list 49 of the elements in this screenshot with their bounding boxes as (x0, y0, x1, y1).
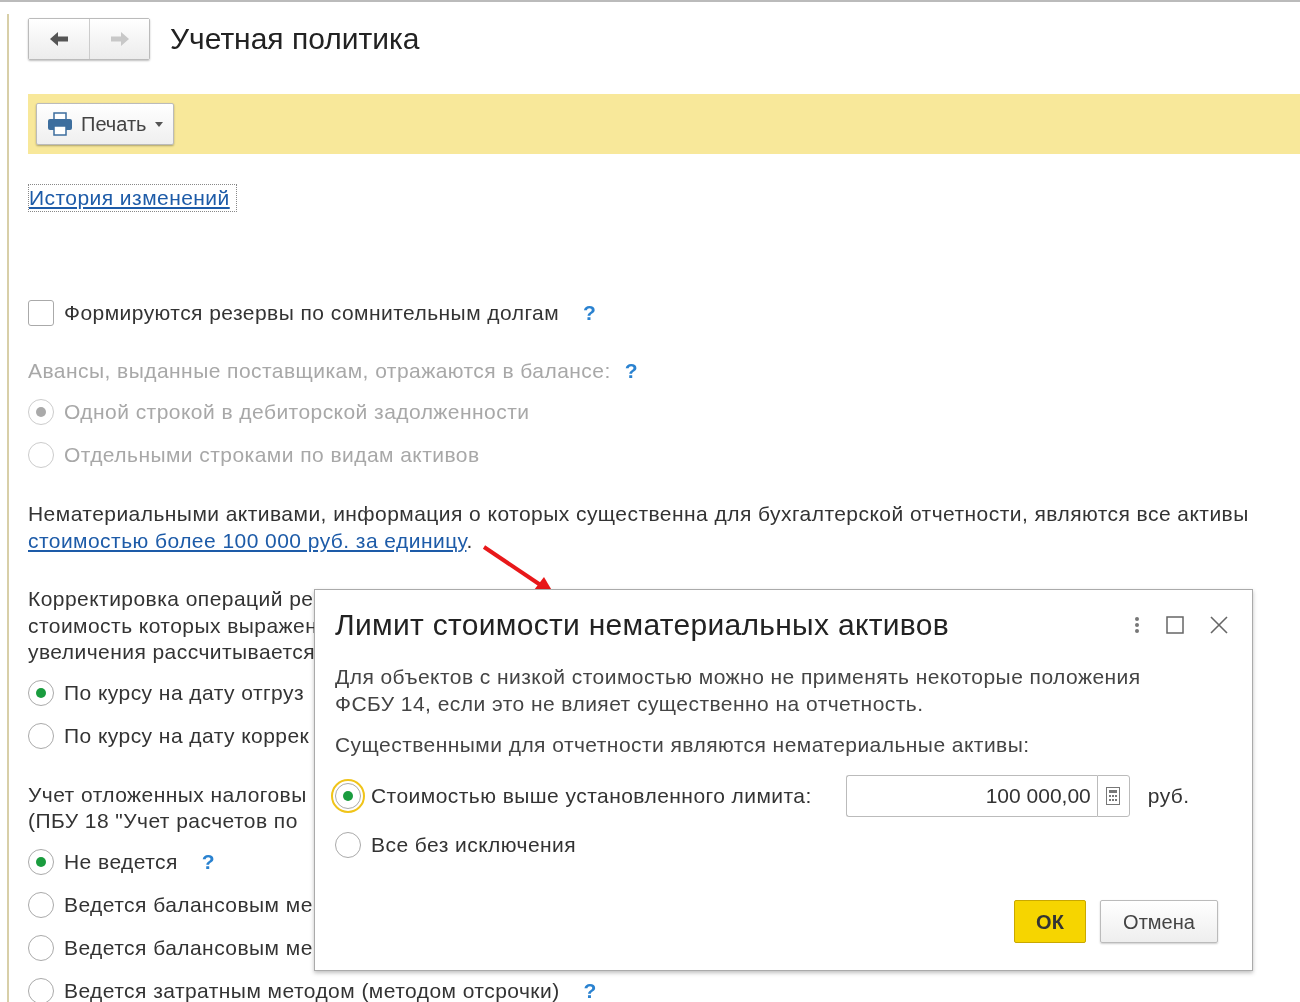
radio-button[interactable] (28, 892, 54, 918)
caret-icon (154, 121, 163, 127)
radio-label: Отдельными строками по видам активов (64, 441, 480, 468)
checkbox-label: Формируются резервы по сомнительным долгам (64, 300, 560, 327)
radio-button[interactable] (28, 935, 54, 961)
radio-button[interactable] (28, 978, 54, 1002)
help-icon[interactable]: ? (583, 297, 597, 329)
back-button[interactable] (29, 18, 89, 59)
caption-text: (ПБУ 18 "Учет расчетов по (28, 808, 298, 834)
printer-icon (47, 112, 73, 136)
cancel-button[interactable]: Отмена (1100, 900, 1218, 943)
radio-button[interactable] (335, 832, 361, 858)
maximize-icon[interactable] (1166, 615, 1184, 634)
prompt-text: Существенными для отчетности являются нематериальные активы: (335, 732, 1031, 758)
close-icon[interactable] (1210, 615, 1228, 634)
calculator-button[interactable] (1096, 775, 1130, 817)
caption-text: стоимость которых выражен (28, 612, 318, 639)
radio-label: Одной строкой в дебиторской задолженности (64, 398, 530, 425)
radio-label: По курсу на дату коррек (64, 723, 310, 750)
dialog-title: Лимит стоимости нематериальных активов (335, 607, 950, 643)
caption-text: Авансы, выданные поставщикам, отражаются в балансе: (28, 357, 611, 384)
help-icon[interactable]: ? (201, 846, 216, 878)
note-text: Нематериальными активами, информация о которых существенна для бухгалтерской отчетности, являются все активы стоимостью более 100 000 руб. за единицу. (28, 501, 1250, 554)
radio-label: Ведется затратным методом (методом отсрочки) (64, 978, 560, 1002)
radio-button[interactable] (28, 849, 54, 875)
radio-button[interactable] (28, 723, 54, 749)
ok-button[interactable]: ОК (1014, 900, 1086, 943)
dialog-text: Для объектов с низкой стоимостью можно не применять некоторые положения ФСБУ 14, если это не влияет существенно на отчетность. (335, 664, 1142, 717)
radio-label: Ведется балансовым ме (64, 892, 313, 919)
checkbox[interactable] (28, 300, 54, 326)
caption-text: Корректировка операций ре (28, 586, 314, 612)
value-link[interactable]: стоимостью более 100 000 руб. за единицу (28, 529, 467, 552)
unit-text: руб. (1147, 783, 1190, 810)
radio-label: Стоимостью выше установленного лимита: (371, 783, 812, 810)
caption-text: увеличения рассчитывается (28, 639, 316, 665)
calculator-icon[interactable] (1106, 787, 1121, 805)
print-button[interactable]: Печать (36, 103, 174, 145)
radio-button[interactable] (28, 680, 54, 706)
radio-label: Не ведется (64, 849, 178, 876)
more-icon[interactable] (1134, 615, 1140, 634)
caption-text: Учет отложенных налоговы (28, 781, 307, 808)
radio-label: Ведется балансовым ме (64, 935, 313, 962)
help-icon[interactable]: ? (583, 975, 597, 1002)
radio-label: По курсу на дату отгруз (64, 680, 304, 707)
radio-label: Все без исключения (371, 832, 577, 859)
amount-field[interactable]: 100 000,00 (845, 775, 1097, 817)
page-title: Учетная политика (170, 21, 420, 57)
history-link[interactable]: История изменений (28, 184, 237, 212)
radio-button[interactable] (335, 783, 361, 809)
